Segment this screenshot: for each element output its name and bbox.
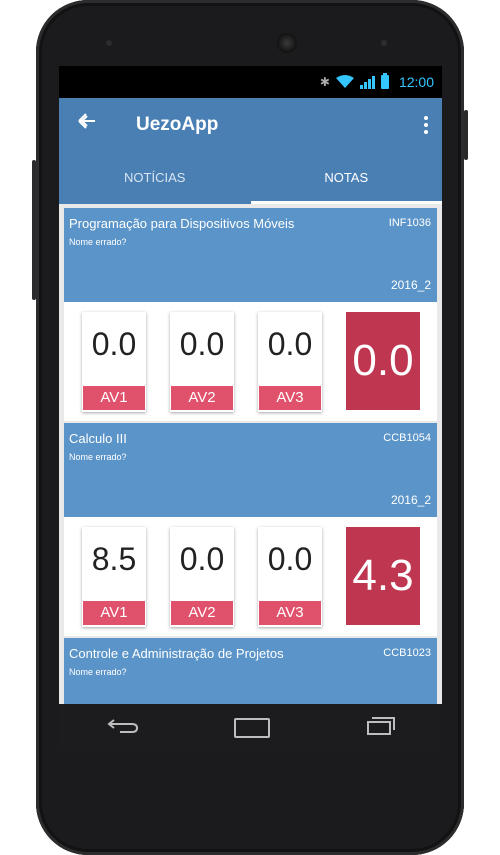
grade-label: AV1: [83, 386, 145, 410]
grade-label: AV3: [259, 386, 321, 410]
grade-value: 0.0: [179, 326, 225, 362]
course-semester: 2016_2: [390, 278, 431, 292]
tab-bar: NOTÍCIAS NOTAS: [59, 156, 442, 204]
battery-icon: [380, 73, 389, 89]
grade-box-av3: 0.0 AV3: [258, 312, 322, 412]
power-button: [464, 110, 468, 160]
grade-box-av1: 8.5 AV1: [82, 527, 146, 627]
wifi-icon: [335, 75, 354, 89]
course-name: Controle e Administração de Projetos: [69, 646, 284, 661]
course-header: Controle e Administração de Projetos CCB…: [64, 638, 437, 704]
wrong-name-link[interactable]: Nome errado?: [69, 667, 127, 677]
sensor: [381, 40, 387, 46]
grade-box-av3: 0.0 AV3: [258, 527, 322, 627]
grade-value: 8.5: [91, 541, 137, 577]
bluetooth-icon: ✱: [319, 75, 330, 89]
back-icon[interactable]: [106, 716, 140, 740]
course-header: Programação para Dispositivos Móveis INF…: [64, 208, 437, 302]
grade-box-av1: 0.0 AV1: [82, 312, 146, 412]
tab-noticias[interactable]: NOTÍCIAS: [59, 156, 251, 204]
course-name: Calculo III: [69, 431, 127, 446]
course-card[interactable]: Calculo III CCB1054 Nome errado? 2016_2 …: [64, 423, 437, 636]
tab-notas[interactable]: NOTAS: [250, 156, 442, 204]
signal-icon: [359, 75, 375, 89]
status-bar: ✱ 12:00: [59, 66, 442, 98]
navigation-bar: [59, 704, 442, 751]
course-code: INF1036: [388, 217, 431, 229]
course-semester: 2016_2: [390, 493, 431, 507]
grades-row: 8.5 AV1 0.0 AV2 0.0 AV3 4.3: [64, 517, 437, 636]
arrow-left-icon[interactable]: [77, 112, 97, 138]
app-bar: UezoApp: [59, 98, 442, 156]
grade-box-av2: 0.0 AV2: [170, 312, 234, 412]
front-camera: [277, 33, 297, 53]
grade-label: AV1: [83, 601, 145, 625]
wrong-name-link[interactable]: Nome errado?: [69, 237, 127, 247]
grade-value: 0.0: [267, 541, 313, 577]
screen: ✱ 12:00 UezoApp NOTÍCIAS NOTAS Programaç…: [59, 66, 442, 751]
grade-value: 0.0: [91, 326, 137, 362]
home-icon[interactable]: [234, 717, 271, 738]
course-name: Programação para Dispositivos Móveis: [69, 216, 295, 231]
final-grade: 0.0: [346, 312, 420, 410]
grade-label: AV2: [171, 601, 233, 625]
grade-label: AV2: [171, 386, 233, 410]
course-header: Calculo III CCB1054 Nome errado? 2016_2: [64, 423, 437, 517]
grade-label: AV3: [259, 601, 321, 625]
course-code: CCB1054: [383, 432, 431, 444]
grade-value: 0.0: [267, 326, 313, 362]
wrong-name-link[interactable]: Nome errado?: [69, 452, 127, 462]
course-code: CCB1023: [383, 647, 431, 659]
course-card[interactable]: Programação para Dispositivos Móveis INF…: [64, 208, 437, 421]
sensor: [106, 40, 112, 46]
grades-row: 0.0 AV1 0.0 AV2 0.0 AV3 0.0: [64, 302, 437, 421]
grades-list: Programação para Dispositivos Móveis INF…: [59, 204, 442, 704]
volume-button: [32, 160, 36, 300]
more-vert-icon[interactable]: [424, 116, 428, 134]
final-grade: 4.3: [346, 527, 420, 625]
grade-value: 0.0: [179, 541, 225, 577]
course-card[interactable]: Controle e Administração de Projetos CCB…: [64, 638, 437, 704]
recents-icon[interactable]: [365, 716, 395, 740]
status-time: 12:00: [398, 74, 434, 90]
app-title: UezoApp: [136, 114, 219, 135]
grade-box-av2: 0.0 AV2: [170, 527, 234, 627]
